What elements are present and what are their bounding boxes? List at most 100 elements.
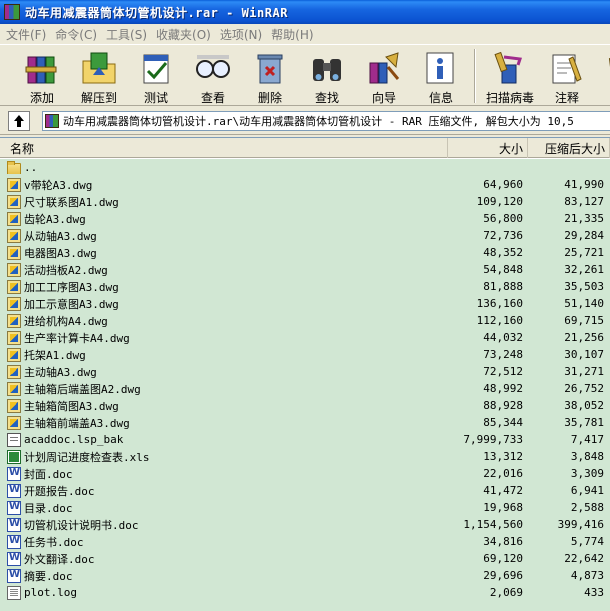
toolbar-button-extract-folder[interactable]: 解压到 [71,49,127,106]
table-row[interactable]: acaddoc.lsp_bak 7,999,733 7,417 [0,431,610,448]
file-packed-size: 83,127 [564,195,604,208]
file-size: 54,848 [483,263,523,276]
table-row[interactable]: 主轴箱简图A3.dwg 88,928 38,052 [0,397,610,414]
file-name-cell: 生产率计算卡A4.dwg [0,330,448,346]
file-packed-size: 2,588 [570,501,604,514]
file-icon [7,432,21,447]
file-name-cell: .. [0,161,448,174]
file-packed-size: 31,271 [564,365,604,378]
table-row[interactable]: 生产率计算卡A4.dwg 44,032 21,256 [0,329,610,346]
file-rows: .. v带轮A3.dwg 64,960 41,990 尺寸联系图A1.dwg 109,12… [0,159,610,611]
table-row[interactable]: 开题报告.doc 41,472 6,941 [0,482,610,499]
up-arrow-icon [14,114,24,127]
file-name: 电器图A3.dwg [24,246,97,260]
file-packed-size: 29,284 [564,229,604,242]
file-name-cell: 齿轮A3.dwg [0,211,448,227]
file-name-cell: 主轴箱前端盖A3.dwg [0,415,448,431]
file-name: 从动轴A3.dwg [24,229,97,243]
table-row[interactable]: .. [0,159,610,176]
file-size: 48,992 [483,382,523,395]
table-row[interactable]: 主轴箱前端盖A3.dwg 85,344 35,781 [0,414,610,431]
table-row[interactable]: 加工工序图A3.dwg 81,888 35,503 [0,278,610,295]
table-row[interactable]: v带轮A3.dwg 64,960 41,990 [0,176,610,193]
toolbar-button-label: 注释 [554,91,579,105]
table-row[interactable]: 目录.doc 19,968 2,588 [0,499,610,516]
file-list[interactable]: 名称 大小 压缩后大小 .. v带轮A3.dwg 64,960 41,990 尺寸联系图… [0,137,610,611]
file-size: 34,816 [483,535,523,548]
table-row[interactable]: plot.log 2,069 433 [0,584,610,601]
table-row[interactable]: 活动挡板A2.dwg 54,848 32,261 [0,261,610,278]
table-row[interactable]: 尺寸联系图A1.dwg 109,120 83,127 [0,193,610,210]
table-row[interactable]: 加工示意图A3.dwg 136,160 51,140 [0,295,610,312]
menu-file[interactable]: 文件(F) [4,26,53,43]
file-name-cell: 摘要.doc [0,568,448,584]
file-packed-size: 3,848 [570,450,604,463]
table-row[interactable]: 外文翻译.doc 69,120 22,642 [0,550,610,567]
table-row[interactable]: 主轴箱后端盖图A2.dwg 48,992 26,752 [0,380,610,397]
column-header-size[interactable]: 大小 [448,138,528,158]
file-name: 摘要.doc [24,569,73,583]
dwg-file-icon [7,194,21,209]
file-name-cell: plot.log [0,585,448,600]
file-name-cell: 从动轴A3.dwg [0,228,448,244]
table-row[interactable]: 封面.doc 22,016 3,309 [0,465,610,482]
table-row[interactable]: 任务书.doc 34,816 5,774 [0,533,610,550]
table-row[interactable]: 切管机设计说明书.doc 1,154,560 399,416 [0,516,610,533]
file-name-cell: acaddoc.lsp_bak [0,432,448,447]
file-size: 41,472 [483,484,523,497]
file-name-cell: 封面.doc [0,466,448,482]
table-row[interactable]: 从动轴A3.dwg 72,736 29,284 [0,227,610,244]
file-size: 64,960 [483,178,523,191]
toolbar-button-label: 添加 [29,91,54,105]
toolbar-button-label: 查找 [314,91,339,105]
file-size: 72,512 [483,365,523,378]
file-size: 2,069 [489,586,523,599]
dwg-file-icon [7,347,21,362]
file-name-cell: 电器图A3.dwg [0,245,448,261]
menu-tools[interactable]: 工具(S) [104,26,154,43]
toolbar-button-test-check[interactable]: 测试 [128,49,184,106]
table-row[interactable]: 齿轮A3.dwg 56,800 21,335 [0,210,610,227]
toolbar-button-protect-shield[interactable]: 保护 [596,49,610,106]
file-size: 136,160 [476,297,523,310]
toolbar-button-info[interactable]: 信息 [413,49,469,106]
find-binoculars-icon [307,49,347,87]
address-field[interactable]: 动车用减震器筒体切管机设计.rar\动车用减震器筒体切管机设计 - RAR 压缩… [42,110,610,131]
menu-bar: 文件(F) 命令(C) 工具(S) 收藏夹(O) 选项(N) 帮助(H) [0,24,610,44]
toolbar-button-delete-recycle[interactable]: 删除 [242,49,298,106]
menu-options[interactable]: 选项(N) [218,26,269,43]
table-row[interactable]: 摘要.doc 29,696 4,873 [0,567,610,584]
column-header-name[interactable]: 名称 [0,138,448,158]
file-name: 计划周记进度检查表.xls [24,450,150,464]
table-row[interactable]: 主动轴A3.dwg 72,512 31,271 [0,363,610,380]
file-packed-size: 69,715 [564,314,604,327]
menu-help[interactable]: 帮助(H) [269,26,320,43]
file-name: 主轴箱简图A3.dwg [24,399,119,413]
word-file-icon [7,517,21,532]
title-bar[interactable]: 动车用减震器筒体切管机设计.rar - WinRAR [0,0,610,24]
up-folder-button[interactable] [8,110,30,131]
menu-commands[interactable]: 命令(C) [53,26,104,43]
file-name: 齿轮A3.dwg [24,212,86,226]
toolbar-button-label: 解压到 [80,91,117,105]
table-row[interactable]: 进给机构A4.dwg 112,160 69,715 [0,312,610,329]
table-row[interactable]: 托架A1.dwg 73,248 30,107 [0,346,610,363]
table-row[interactable]: 电器图A3.dwg 48,352 25,721 [0,244,610,261]
toolbar-button-wizard[interactable]: 向导 [356,49,412,106]
toolbar-button-virus-scan[interactable]: 扫描病毒 [482,49,538,106]
toolbar-button-find-binoculars[interactable]: 查找 [299,49,355,106]
toolbar-button-comment[interactable]: 注释 [539,49,595,106]
file-size: 22,016 [483,467,523,480]
toolbar-button-books-add[interactable]: 添加 [14,49,70,106]
column-header-packed[interactable]: 压缩后大小 [528,138,610,158]
table-row[interactable]: 计划周记进度检查表.xls 13,312 3,848 [0,448,610,465]
file-name: 加工示意图A3.dwg [24,297,119,311]
dwg-file-icon [7,313,21,328]
file-size: 88,928 [483,399,523,412]
toolbar-button-label: 测试 [143,91,168,105]
file-name: acaddoc.lsp_bak [24,433,124,446]
file-name-cell: 托架A1.dwg [0,347,448,363]
menu-favorites[interactable]: 收藏夹(O) [154,26,218,43]
file-name: 托架A1.dwg [24,348,86,362]
toolbar-button-view-glasses[interactable]: 查看 [185,49,241,106]
